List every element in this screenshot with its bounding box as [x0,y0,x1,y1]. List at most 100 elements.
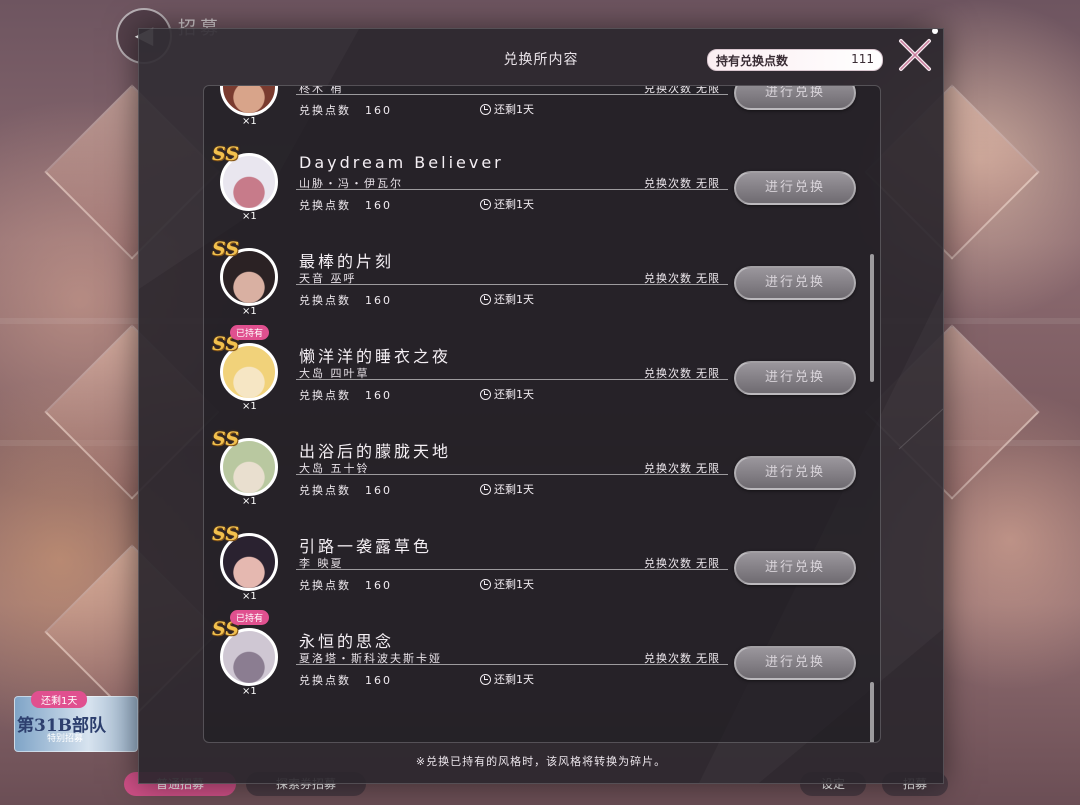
cost-label: 兑换点数 [299,199,351,212]
exchange-cost: 兑换点数 160 [299,102,392,118]
clock-icon [480,674,491,685]
cost-value: 160 [365,294,392,307]
rank-badge: SS [212,523,240,545]
rank-badge: SS [212,143,240,165]
quantity-label: ×1 [242,591,257,602]
exchange-item: SS ×1 引路一袭露草色 李 映夏 兑换次数 无限 兑换点数 160 还剩1天 进… [204,523,880,618]
quantity-label: ×1 [242,496,257,507]
cost-value: 160 [365,484,392,497]
style-name: 最棒的片刻 [299,252,395,271]
style-name: 引路一袭露草色 [299,537,433,556]
exchange-item: SS ×1 最棒的片刻 天音 巫呼 兑换次数 无限 兑换点数 160 还剩1天 进行… [204,238,880,333]
time-remaining: 还剩1天 [480,671,534,687]
exchange-button[interactable]: 进行兑换 [734,551,856,585]
exchange-cost: 兑换点数 160 [299,387,392,403]
event-subtitle: 特别招募 [47,734,84,744]
remaining-text: 还剩1天 [494,388,534,401]
quantity-label: ×1 [242,401,257,412]
character-portrait[interactable]: SS 已持有 ×1 [212,610,280,706]
quantity-label: ×1 [242,686,257,697]
cost-value: 160 [365,674,392,687]
cost-label: 兑换点数 [299,294,351,307]
exchange-button[interactable]: 进行兑换 [734,171,856,205]
cost-label: 兑换点数 [299,674,351,687]
exchange-item: SS ×1 Daydream Believer 山胁・冯・伊瓦尔 兑换次数 无限 … [204,143,880,238]
clock-icon [480,579,491,590]
exchange-item: SS 已持有 ×1 懒洋洋的睡衣之夜 大岛 四叶草 兑换次数 无限 兑换点数 160… [204,325,880,428]
divider [296,379,728,380]
exchange-button[interactable]: 进行兑换 [734,86,856,110]
divider [296,664,728,665]
exchange-button[interactable]: 进行兑换 [734,361,856,395]
remaining-text: 还剩1天 [494,673,534,686]
points-display: 持有兑换点数 111 [707,49,883,71]
character-portrait[interactable]: SS ×1 [218,86,280,136]
owned-badge: 已持有 [230,610,270,625]
time-remaining: 还剩1天 [480,196,534,212]
footer-note: ※兑换已持有的风格时，该风格将转换为碎片。 [415,755,667,768]
divider [296,284,728,285]
remaining-text: 还剩1天 [494,483,534,496]
close-button[interactable] [897,37,933,73]
character-portrait[interactable]: SS 已持有 ×1 [212,325,280,421]
divider [296,189,728,190]
style-name: Daydream Believer [299,153,504,172]
cost-label: 兑换点数 [299,579,351,592]
cost-value: 160 [365,389,392,402]
character-portrait[interactable]: SS ×1 [212,238,280,326]
character-portrait[interactable]: SS ×1 [212,428,280,516]
style-name: 出浴后的朦胧天地 [299,442,452,461]
exchange-cost: 兑换点数 160 [299,482,392,498]
time-remaining: 还剩1天 [480,291,534,307]
clock-icon [480,294,491,305]
scrollbar[interactable] [870,254,874,382]
time-remaining: 还剩1天 [480,576,534,592]
divider [296,474,728,475]
cost-label: 兑换点数 [299,104,351,117]
exchange-list[interactable]: SS ×1 柊木 梢 兑换次数无限 兑换点数160 还剩1天 进行兑换 SS ×… [203,85,881,743]
time-remaining: 还剩1天 [480,386,534,402]
remaining-text: 还剩1天 [494,293,534,306]
exchange-button[interactable]: 进行兑换 [734,266,856,300]
character-portrait[interactable]: SS ×1 [212,523,280,611]
exchange-cost: 兑换点数 160 [299,292,392,308]
remaining-text: 还剩1天 [494,578,534,591]
divider [296,94,728,95]
clock-icon [480,484,491,495]
clock-icon [480,389,491,400]
cost-value: 160 [365,199,392,212]
rank-badge: SS [212,428,240,450]
remaining-text: 还剩1天 [494,103,534,116]
exchange-item: SS ×1 柊木 梢 兑换次数无限 兑换点数160 还剩1天 进行兑换 [204,86,880,143]
divider [296,569,728,570]
exchange-modal: 兑换所内容 持有兑换点数 111 SS ×1 柊木 梢 兑换次数无限 兑换点数1… [138,28,944,784]
points-value: 111 [851,52,874,66]
remaining-text: 还剩1天 [494,198,534,211]
exchange-cost: 兑换点数 160 [299,197,392,213]
event-banner[interactable]: 还剩1天 第31B部队 特别招募 [14,691,138,752]
cost-label: 兑换点数 [299,389,351,402]
time-remaining: 还剩1天 [480,101,534,117]
event-badge: 还剩1天 [31,691,88,708]
cost-value: 160 [365,579,392,592]
quantity-label: ×1 [242,116,257,127]
exchange-button[interactable]: 进行兑换 [734,646,856,680]
exchange-cost: 兑换点数 160 [299,672,392,688]
quantity-label: ×1 [242,211,257,222]
quantity-label: ×1 [242,306,257,317]
points-label: 持有兑换点数 [716,54,789,68]
clock-icon [480,104,491,115]
rank-badge: SS [212,238,240,260]
cost-value: 160 [365,104,392,117]
character-portrait[interactable]: SS ×1 [212,143,280,231]
exchange-item: SS ×1 出浴后的朦胧天地 大岛 五十铃 兑换次数 无限 兑换点数 160 还剩1… [204,428,880,523]
scrollbar[interactable] [870,682,874,742]
style-name: 懒洋洋的睡衣之夜 [299,347,452,366]
exchange-button[interactable]: 进行兑换 [734,456,856,490]
close-icon [899,39,931,71]
exchange-item: SS 已持有 ×1 永恒的思念 夏洛塔・斯科波夫斯卡娅 兑换次数 无限 兑换点数 1… [204,610,880,713]
cost-label: 兑换点数 [299,484,351,497]
clock-icon [480,199,491,210]
avatar [220,86,278,116]
owned-badge: 已持有 [230,325,270,340]
